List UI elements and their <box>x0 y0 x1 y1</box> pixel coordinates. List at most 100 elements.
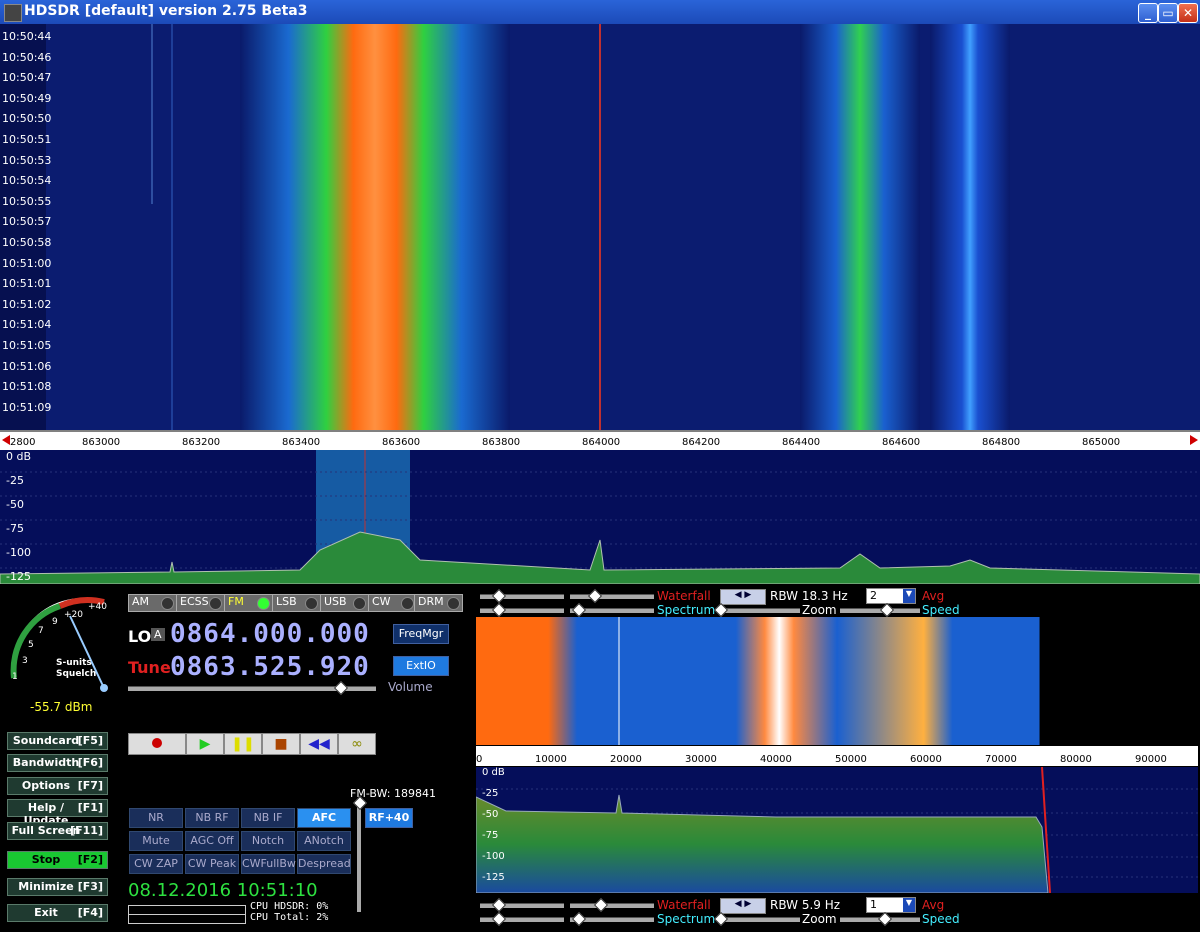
dsp-mute-button[interactable]: Mute <box>129 831 183 851</box>
mode-cw-button[interactable]: CW <box>368 594 417 612</box>
extio-button[interactable]: ExtIO <box>393 656 449 676</box>
time-label: 10:50:51 <box>2 133 52 146</box>
audio-spectrum[interactable]: 0 dB -25 -50 -75 -100 -125 <box>476 767 1198 893</box>
button-label: Stop <box>31 853 61 866</box>
button-minimize[interactable]: Minimize [F3] <box>7 878 108 896</box>
led-icon <box>161 597 174 610</box>
minimize-window-button[interactable]: _ <box>1138 3 1158 23</box>
lower-rbw-arrows[interactable]: ◀ ▶ <box>720 898 766 914</box>
freqmgr-button[interactable]: FreqMgr <box>393 624 449 644</box>
pause-button[interactable]: ❚❚ <box>224 733 262 755</box>
lo-badge[interactable]: A <box>151 628 165 641</box>
dsp-nb-rf-button[interactable]: NB RF <box>185 808 239 828</box>
lower-waterfall-label: Waterfall <box>657 898 711 912</box>
upper-rbw-arrows[interactable]: ◀ ▶ <box>720 589 766 605</box>
spectrum-db-label: 0 dB <box>6 450 32 463</box>
frequency-tick-label: 863000 <box>82 437 121 448</box>
rewind-button[interactable]: ◀◀ <box>300 733 338 755</box>
mode-lsb-button[interactable]: LSB <box>272 594 321 612</box>
mode-label: CW <box>372 595 391 608</box>
lower-avg-label: Avg <box>922 898 945 912</box>
audio-spectrum-db-label: 0 dB <box>482 767 505 778</box>
s-meter-tick-9: 9 <box>52 617 58 627</box>
rf-gain-button[interactable]: RF+40 <box>365 808 413 828</box>
time-label: 10:50:44 <box>2 30 52 43</box>
s-meter-tick-3: 3 <box>22 656 28 666</box>
time-label: 10:50:50 <box>2 112 52 126</box>
mode-drm-button[interactable]: DRM <box>414 594 463 612</box>
frequency-tick-label: 863800 <box>482 437 521 448</box>
upper-avg-dropdown[interactable]: 2 ▼ <box>866 588 916 604</box>
button-full-screen[interactable]: Full Screen [F11] <box>7 822 108 840</box>
upper-waterfall-slider-2[interactable] <box>570 594 654 599</box>
time-label: 10:51:01 <box>2 277 52 291</box>
mode-fm-button[interactable]: FM <box>224 594 273 612</box>
button-label: Options <box>21 779 71 792</box>
lo-frequency[interactable]: 0864.000.000 <box>170 619 370 649</box>
dsp-nb-if-button[interactable]: NB IF <box>241 808 295 828</box>
mode-am-button[interactable]: AM <box>128 594 177 612</box>
dsp-nr-button[interactable]: NR <box>129 808 183 828</box>
time-label: 10:50:54 <box>2 174 52 188</box>
audio-spectrum-db-label: -50 <box>482 809 499 820</box>
button-label: Minimize <box>18 880 74 893</box>
lower-zoom-slider[interactable] <box>720 917 800 922</box>
dsp-cwfullbw-button[interactable]: CWFullBw <box>241 854 296 874</box>
mode-label: LSB <box>276 595 297 608</box>
button-help-update[interactable]: Help / Update [F1] <box>7 799 108 827</box>
fm-bandwidth-slider[interactable] <box>357 800 361 912</box>
audio-waterfall[interactable] <box>476 617 1198 745</box>
dsp-agc-off-button[interactable]: AGC Off <box>185 831 239 851</box>
frequency-tick-label: 863400 <box>282 437 321 448</box>
dsp-cw-peak-button[interactable]: CW Peak <box>185 854 239 874</box>
upper-zoom-slider[interactable] <box>720 608 800 613</box>
loop-button[interactable]: ∞ <box>338 733 376 755</box>
button-soundcard[interactable]: Soundcard [F5] <box>7 732 108 750</box>
led-icon <box>257 597 270 610</box>
button-label: Bandwidth <box>12 756 80 769</box>
audio-spectrum-db-label: -75 <box>482 830 499 841</box>
date-time: 08.12.2016 10:51:10 <box>128 880 318 901</box>
lower-rbw: RBW 5.9 Hz <box>770 898 841 912</box>
led-icon <box>305 597 318 610</box>
button-exit[interactable]: Exit [F4] <box>7 904 108 922</box>
audio-frequency-axis[interactable]: 0 10000 20000 30000 40000 50000 60000 70000 8000… <box>476 746 1198 766</box>
upper-rbw: RBW 18.3 Hz <box>770 589 848 603</box>
frequency-tick-label: 864800 <box>982 437 1021 448</box>
dsp-notch-button[interactable]: Notch <box>241 831 295 851</box>
frequency-axis[interactable]: 2800 863000 863200 863400 863600 863800 864000… <box>0 430 1200 450</box>
button-label: Exit <box>34 906 58 919</box>
main-waterfall[interactable] <box>0 24 1200 430</box>
led-icon <box>353 597 366 610</box>
maximize-window-button[interactable]: ▭ <box>1158 3 1178 23</box>
dsp-anotch-button[interactable]: ANotch <box>297 831 351 851</box>
stop-playback-button[interactable]: ■ <box>262 733 300 755</box>
dsp-afc-button[interactable]: AFC <box>297 808 351 828</box>
frequency-tick-label: 865000 <box>1082 437 1121 448</box>
tune-frequency[interactable]: 0863.525.920 <box>170 652 370 682</box>
audio-frequency-tick-label: 40000 <box>760 754 792 765</box>
led-icon <box>209 597 222 610</box>
button-stop[interactable]: Stop [F2] <box>7 851 108 869</box>
main-spectrum[interactable]: 0 dB -25 -50 -75 -100 -125 <box>0 450 1200 584</box>
dsp-cw-zap-button[interactable]: CW ZAP <box>129 854 183 874</box>
upper-spectrum-label: Spectrum <box>657 603 716 617</box>
button-bandwidth[interactable]: Bandwidth [F6] <box>7 754 108 772</box>
cpu-total-bar <box>128 914 246 924</box>
spectrum-db-label: -25 <box>6 474 24 487</box>
record-button[interactable] <box>128 733 186 755</box>
play-button[interactable]: ▶ <box>186 733 224 755</box>
button-options[interactable]: Options [F7] <box>7 777 108 795</box>
lower-avg-dropdown[interactable]: 1 ▼ <box>866 897 916 913</box>
time-label: 10:50:53 <box>2 153 52 167</box>
close-window-button[interactable]: ✕ <box>1178 3 1198 23</box>
mode-ecss-button[interactable]: ECSS <box>176 594 225 612</box>
audio-frequency-tick-label: 70000 <box>985 754 1017 765</box>
audio-frequency-tick-label: 0 <box>476 754 483 765</box>
lower-waterfall-slider-2[interactable] <box>570 903 654 908</box>
frequency-tick-label: 864400 <box>782 437 821 448</box>
s-meter-tick-1: 1 <box>12 672 18 682</box>
dsp-despread-button[interactable]: Despread <box>297 854 351 874</box>
audio-frequency-tick-label: 90000 <box>1135 754 1167 765</box>
mode-usb-button[interactable]: USB <box>320 594 369 612</box>
